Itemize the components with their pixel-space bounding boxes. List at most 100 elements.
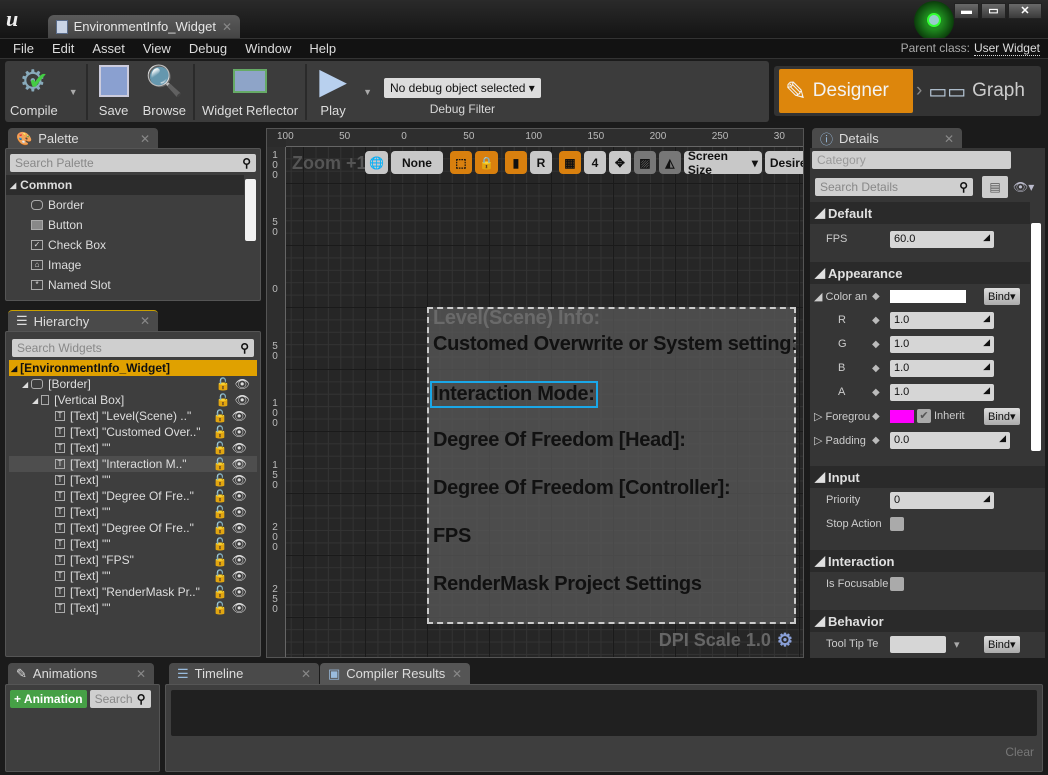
zoom-to-fit-button[interactable]: ✥	[608, 151, 631, 174]
lock-visibility-icons[interactable]: 🔓👁	[213, 521, 251, 535]
color-swatch[interactable]	[890, 289, 966, 303]
document-tab[interactable]: EnvironmentInfo_Widget ✕	[48, 15, 240, 38]
reset-icon[interactable]: ◆	[872, 363, 880, 374]
reset-icon[interactable]: ◆	[872, 435, 880, 446]
lock-visibility-icons[interactable]: 🔓👁	[213, 505, 251, 519]
lock-visibility-icons[interactable]: 🔓👁	[213, 473, 251, 487]
close-palette-icon[interactable]: ✕	[140, 132, 150, 146]
clear-button[interactable]: Clear	[1005, 745, 1034, 759]
preview-text[interactable]: RenderMask Project Settings	[433, 573, 702, 596]
category-input[interactable]: Category	[812, 151, 1011, 169]
tab-timeline[interactable]: ☰ Timeline ✕	[169, 663, 319, 684]
tab-palette[interactable]: 🎨 Palette ✕	[8, 128, 158, 149]
gear-icon[interactable]: ⚙	[777, 630, 793, 650]
menu-help[interactable]: Help	[300, 41, 345, 56]
palette-item[interactable]: ✓ Check Box	[6, 235, 260, 255]
palette-category-common[interactable]: ◢ Common	[6, 175, 244, 195]
hierarchy-text-item[interactable]: T [Text] "" 🔓👁	[9, 600, 257, 616]
hierarchy-text-item[interactable]: T [Text] "" 🔓👁	[9, 536, 257, 552]
preview-none-dropdown[interactable]: None	[390, 151, 443, 174]
lock-visibility-icons[interactable]: 🔓👁	[213, 569, 251, 583]
close-details-icon[interactable]: ✕	[944, 132, 954, 146]
hierarchy-text-item[interactable]: T [Text] "Interaction M.." 🔓👁	[9, 456, 257, 472]
grid-snap-value[interactable]: 4	[583, 151, 606, 174]
hierarchy-text-item[interactable]: T [Text] "" 🔓👁	[9, 472, 257, 488]
save-button[interactable]: Save	[90, 62, 138, 122]
widget-reflector-button[interactable]: Widget Reflector	[197, 62, 303, 122]
graph-mode-button[interactable]: › ▭▭ Graph	[916, 69, 1025, 113]
reset-icon[interactable]: ◆	[872, 315, 880, 326]
color-a-field[interactable]: 1.0	[890, 383, 994, 401]
palette-item[interactable]: ⌂ Image	[6, 255, 260, 275]
category-default[interactable]: ◢ Default	[810, 202, 1030, 224]
preview-text[interactable]: Level(Scene) Info:	[433, 307, 600, 330]
menu-view[interactable]: View	[134, 41, 180, 56]
lock-visibility-icons[interactable]: 🔓👁	[213, 457, 251, 471]
tab-details[interactable]: ⓘ Details ✕	[812, 128, 962, 149]
preview-text[interactable]: FPS	[433, 525, 471, 548]
hierarchy-text-item[interactable]: T [Text] "" 🔓👁	[9, 568, 257, 584]
hierarchy-border[interactable]: ◢ [Border] 🔓👁	[6, 376, 260, 392]
widget-border-preview[interactable]: Level(Scene) Info: Customed Overwrite or …	[427, 307, 798, 624]
foreground-swatch[interactable]	[890, 409, 914, 423]
property-matrix-button[interactable]: ▤	[982, 176, 1008, 198]
lock-visibility-icons[interactable]: 🔓👁	[213, 585, 251, 599]
lock-visibility-icons[interactable]: 🔓👁	[216, 393, 254, 407]
localize-preview-button[interactable]: 🌐	[365, 151, 388, 174]
hierarchy-root[interactable]: ◢ [EnvironmentInfo_Widget]	[9, 360, 257, 376]
bind-button[interactable]: Bind▾	[984, 635, 1020, 653]
menu-asset[interactable]: Asset	[83, 41, 134, 56]
reset-icon[interactable]: ◆	[872, 291, 880, 302]
desired-dropdown[interactable]: Desired▾	[764, 151, 803, 174]
notification-icon[interactable]	[914, 1, 954, 41]
lock-visibility-icons[interactable]: 🔓👁	[216, 377, 254, 391]
compile-button[interactable]: ⚙ ✔ Compile	[5, 62, 63, 122]
category-behavior[interactable]: ◢ Behavior	[810, 610, 1045, 632]
lock-visibility-icons[interactable]: 🔓👁	[213, 553, 251, 567]
hierarchy-search-input[interactable]: Search Widgets ⚲	[12, 339, 254, 357]
hierarchy-text-item[interactable]: T [Text] "Degree Of Fre.." 🔓👁	[9, 488, 257, 504]
designer-mode-button[interactable]: ✎ Designer	[779, 69, 913, 113]
play-button[interactable]: ▶ Play	[309, 60, 357, 122]
tab-animations[interactable]: ✎ Animations ✕	[8, 663, 154, 684]
fps-field[interactable]: 60.0	[890, 230, 994, 248]
lock-visibility-icons[interactable]: 🔓👁	[213, 409, 251, 423]
bind-button[interactable]: Bind▾	[984, 407, 1020, 425]
category-appearance[interactable]: ◢ Appearance	[810, 262, 1030, 284]
compile-options-dropdown[interactable]: ▼	[69, 87, 78, 97]
hierarchy-text-item[interactable]: T [Text] "Degree Of Fre.." 🔓👁	[9, 520, 257, 536]
bind-button[interactable]: Bind▾	[984, 287, 1020, 305]
lock-visibility-icons[interactable]: 🔓👁	[213, 489, 251, 503]
reset-icon[interactable]: ◆	[872, 411, 880, 422]
close-hierarchy-icon[interactable]: ✕	[140, 314, 150, 328]
browse-button[interactable]: 🔍 Browse	[138, 62, 191, 122]
stop-action-checkbox[interactable]	[890, 517, 904, 531]
minimize-button[interactable]: ▬	[954, 3, 979, 19]
palette-search-input[interactable]: Search Palette ⚲	[10, 154, 256, 172]
inherit-checkbox[interactable]: ✔	[917, 409, 931, 423]
r-toggle[interactable]: R	[529, 151, 552, 174]
priority-field[interactable]: 0	[890, 491, 994, 509]
hierarchy-text-item[interactable]: T [Text] "Level(Scene) .." 🔓👁	[9, 408, 257, 424]
color-g-field[interactable]: 1.0	[890, 335, 994, 353]
tooltip-dropdown[interactable]: ▾	[954, 638, 960, 651]
preview-text[interactable]: Interaction Mode:	[430, 381, 598, 408]
menu-file[interactable]: File	[4, 41, 43, 56]
screen-size-dropdown[interactable]: Screen Size ▾	[683, 149, 762, 177]
reset-icon[interactable]: ◆	[872, 387, 880, 398]
focusable-checkbox[interactable]	[890, 577, 904, 591]
outline-toggle[interactable]: ⬚	[449, 151, 472, 174]
lock-toggle[interactable]: 🔒	[474, 151, 498, 174]
close-button[interactable]: ✕	[1008, 3, 1042, 19]
hierarchy-text-item[interactable]: T [Text] "FPS" 🔓👁	[9, 552, 257, 568]
close-timeline-icon[interactable]: ✕	[301, 667, 311, 681]
parent-class-link[interactable]: User Widget	[973, 41, 1040, 56]
reset-icon[interactable]: ◆	[872, 339, 880, 350]
palette-item[interactable]: Border	[6, 195, 260, 215]
preview-text[interactable]: Degree Of Freedom [Controller]:	[433, 477, 731, 500]
lock-visibility-icons[interactable]: 🔓👁	[213, 441, 251, 455]
close-animations-icon[interactable]: ✕	[136, 667, 146, 681]
category-input[interactable]: ◢ Input	[810, 466, 1045, 488]
close-compiler-icon[interactable]: ✕	[452, 667, 462, 681]
menu-edit[interactable]: Edit	[43, 41, 83, 56]
